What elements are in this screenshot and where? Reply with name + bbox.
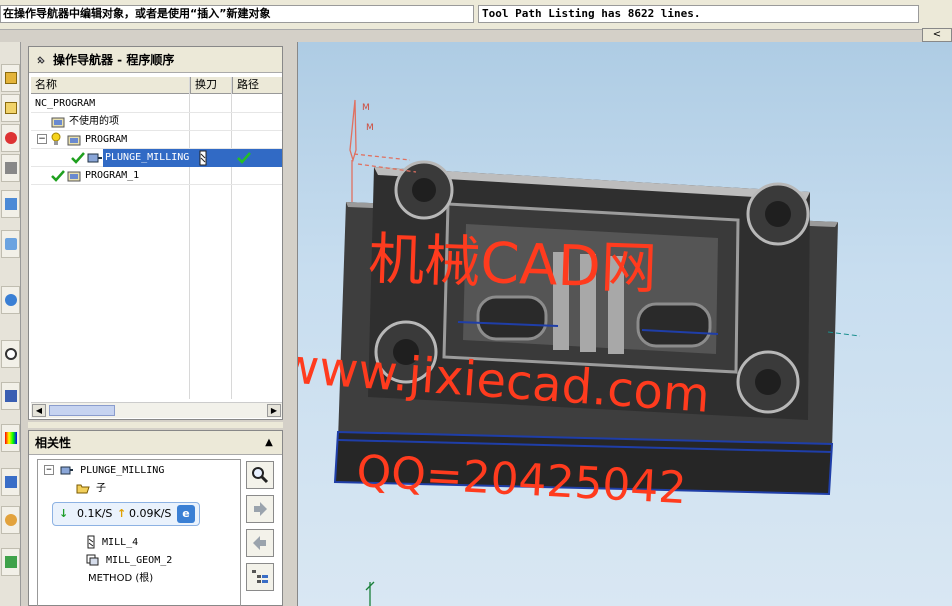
browser-icon[interactable]: e (177, 505, 195, 523)
search-button[interactable] (246, 461, 274, 489)
web-browser-tab[interactable] (1, 286, 20, 314)
tool-icon (199, 150, 207, 166)
row-label: PROGRAM_1 (85, 170, 140, 181)
tree-row-unused-items[interactable]: 不使用的项 (31, 113, 282, 131)
pin-icon[interactable] (35, 54, 47, 66)
status-info: Tool Path Listing has 8622 lines. (478, 5, 919, 23)
navigator-title-bar: 操作导航器 - 程序顺序 (29, 47, 282, 73)
dep-item-children[interactable]: 子 (76, 480, 106, 498)
triad-label-m2: M (366, 123, 374, 133)
system-tab[interactable] (1, 548, 20, 576)
tree-row-program[interactable]: − PROGRAM (31, 131, 282, 149)
previous-button[interactable] (246, 529, 274, 557)
tree-row-plunge-milling[interactable]: PLUNGE_MILLING (31, 149, 282, 167)
upload-speed: 0.09K/S (129, 507, 172, 520)
tree-row-nc-program[interactable]: NC_PROGRAM (31, 95, 282, 113)
triad-label-m1: M (362, 103, 370, 113)
navigator-rows: NC_PROGRAM 不使用的项 − PROGRAM PLUNGE_MILLIN… (31, 95, 282, 399)
folder-icon (51, 117, 65, 128)
clock-icon (4, 348, 17, 360)
check-icon (51, 170, 65, 182)
tools-icon (4, 476, 17, 488)
network-speed-widget[interactable]: ↓ 0.1K/S ↑ 0.09K/S e (52, 502, 200, 526)
column-path[interactable]: 路径 (233, 77, 282, 94)
arrow-right-icon (254, 502, 267, 516)
operation-icon (60, 466, 74, 475)
roles-tab[interactable] (1, 506, 20, 534)
column-tool-change[interactable]: 换刀 (191, 77, 233, 94)
tree-options-button[interactable] (246, 563, 274, 591)
row-label: PLUNGE_MILLING (103, 149, 191, 167)
constraint-icon (4, 102, 17, 114)
dep-item-mill-4[interactable]: MILL_4 (86, 534, 138, 552)
collapse-toggle-icon[interactable]: − (44, 465, 54, 475)
dependency-title: 相关性 (29, 431, 282, 455)
lightbulb-icon (51, 132, 61, 145)
color-tab[interactable] (1, 424, 20, 452)
constraint-navigator-tab[interactable] (1, 94, 20, 122)
check-icon (71, 152, 85, 164)
tool-icon (87, 535, 95, 549)
rainbow-icon (4, 432, 17, 444)
arrow-left-icon (253, 536, 266, 550)
dep-item-mill-geom-2[interactable]: MILL_GEOM_2 (86, 552, 172, 570)
geometry-icon (86, 554, 99, 566)
part-icon (4, 132, 17, 144)
dependency-tree: − PLUNGE_MILLING 子 MILL_4 MILL_GEOM_2 ME… (37, 459, 241, 606)
collapse-button[interactable]: < (922, 28, 952, 42)
path-check-icon (237, 152, 251, 164)
operation-navigator: 操作导航器 - 程序顺序 名称 换刀 路径 NC_PROGRAM 不使用的项 −… (28, 46, 283, 420)
collapse-toggle-icon[interactable]: − (37, 134, 47, 144)
reuse-library-tab[interactable] (1, 230, 20, 258)
palette-tab[interactable] (1, 382, 20, 410)
magnifier-icon (252, 467, 269, 484)
row-label: PROGRAM (85, 134, 128, 145)
history-tab[interactable] (1, 340, 20, 368)
operation-navigator-tab[interactable] (1, 154, 20, 182)
tools-tab[interactable] (1, 468, 20, 496)
status-message: 在操作导航器中编辑对象，或者是使用“插入”新建对象 (0, 5, 474, 23)
operation-icon (87, 153, 102, 163)
scroll-left-icon[interactable]: ◀ (32, 404, 46, 417)
collapse-panel-icon[interactable]: ▲ (262, 436, 276, 450)
watermark-line-1: 机械CAD网 (367, 226, 658, 303)
dep-item-method-root[interactable]: METHOD (根) (88, 570, 153, 588)
scroll-thumb[interactable] (49, 405, 115, 416)
operation-icon (4, 162, 17, 174)
horizontal-scrollbar[interactable]: ◀ ▶ (31, 402, 282, 418)
assembly-icon (4, 72, 17, 84)
palette-icon (4, 390, 17, 402)
dep-item-plunge-milling[interactable]: − PLUNGE_MILLING (44, 462, 164, 480)
roles-icon (4, 514, 17, 526)
tree-row-program-1[interactable]: PROGRAM_1 (31, 167, 282, 185)
part-model: M M (333, 99, 861, 606)
navigator-column-header: 名称 换刀 路径 (31, 77, 282, 94)
machine-icon (4, 198, 17, 210)
tree-list-icon (252, 570, 268, 583)
landscape-icon (4, 556, 17, 568)
status-bar: 在操作导航器中编辑对象，或者是使用“插入”新建对象 Tool Path List… (0, 0, 952, 30)
library-icon (4, 238, 17, 250)
download-arrow-icon: ↓ (59, 507, 69, 520)
column-name[interactable]: 名称 (31, 77, 191, 94)
graphics-window[interactable]: M M 机械CAD网 www.jixiecad.com QQ=20425042 (297, 42, 952, 606)
next-button[interactable] (246, 495, 274, 523)
upload-arrow-icon: ↑ (117, 507, 127, 520)
navigator-title: 操作导航器 - 程序顺序 (53, 53, 175, 67)
machine-navigator-tab[interactable] (1, 190, 20, 218)
globe-icon (4, 294, 17, 306)
part-navigator-tab[interactable] (1, 124, 20, 152)
row-label: 不使用的项 (69, 116, 119, 127)
open-folder-icon (76, 484, 90, 494)
row-label: NC_PROGRAM (35, 98, 96, 109)
folder-icon (67, 171, 81, 182)
panel-splitter[interactable] (28, 422, 283, 428)
scroll-right-icon[interactable]: ▶ (267, 404, 281, 417)
resource-bar (0, 42, 21, 606)
folder-icon (67, 135, 81, 146)
assembly-navigator-tab[interactable] (1, 64, 20, 92)
download-speed: 0.1K/S (77, 507, 113, 520)
